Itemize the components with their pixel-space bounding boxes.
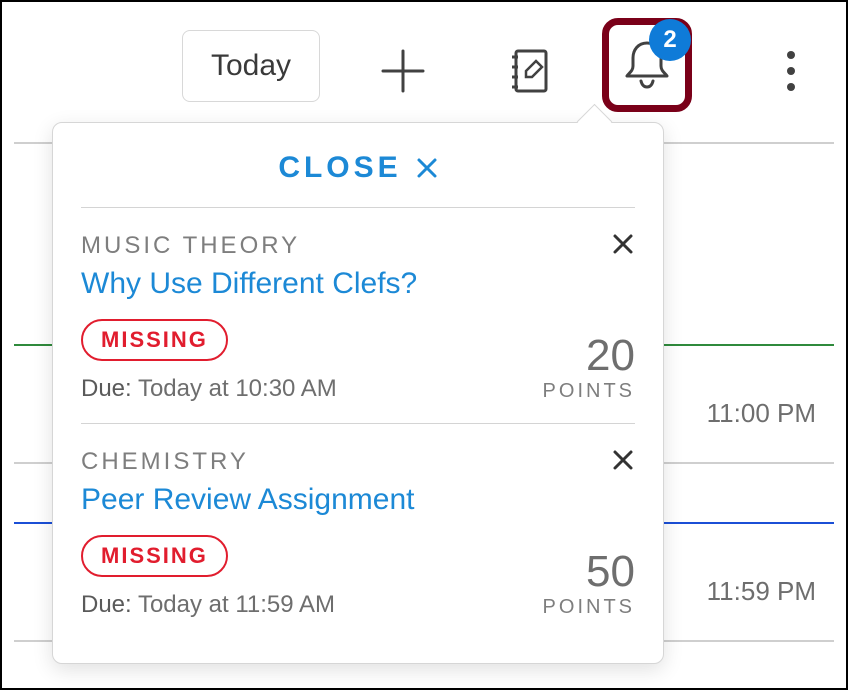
- points-value: 20: [543, 334, 635, 378]
- due-text: Due: Today at 11:59 AM: [81, 591, 335, 619]
- points-label: POINTS: [543, 380, 635, 403]
- plus-icon: [380, 48, 426, 94]
- close-button[interactable]: CLOSE: [81, 151, 635, 208]
- notes-button[interactable]: [498, 40, 560, 102]
- notebook-icon: [508, 47, 550, 95]
- points-label: POINTS: [543, 596, 635, 619]
- row-time-2: 11:59 PM: [707, 576, 816, 607]
- points-value: 50: [543, 550, 635, 594]
- close-icon: [611, 448, 635, 472]
- due-text: Due: Today at 10:30 AM: [81, 375, 337, 403]
- opportunity-item: MUSIC THEORY Why Use Different Clefs? MI…: [81, 208, 635, 423]
- assignment-link[interactable]: Why Use Different Clefs?: [81, 267, 635, 301]
- opportunity-item: CHEMISTRY Peer Review Assignment MISSING…: [81, 423, 635, 639]
- opportunities-popover: CLOSE MUSIC THEORY Why Use Different Cle…: [52, 122, 664, 664]
- row-time-1: 11:00 PM: [707, 398, 816, 429]
- opportunities-button[interactable]: 2: [602, 18, 692, 112]
- dismiss-button[interactable]: [611, 448, 635, 477]
- overflow-menu-button[interactable]: [760, 40, 822, 102]
- assignment-link[interactable]: Peer Review Assignment: [81, 483, 635, 517]
- close-label: CLOSE: [278, 151, 401, 185]
- status-badge: MISSING: [81, 319, 228, 361]
- app-frame: 11:00 PM 11:59 PM Today 2 CLOSE: [0, 0, 848, 690]
- close-icon: [416, 157, 438, 179]
- today-button[interactable]: Today: [182, 30, 320, 102]
- close-icon: [611, 232, 635, 256]
- add-button[interactable]: [372, 40, 434, 102]
- kebab-icon: [785, 47, 797, 95]
- course-label: MUSIC THEORY: [81, 232, 300, 260]
- notification-badge: 2: [649, 19, 691, 61]
- dismiss-button[interactable]: [611, 232, 635, 261]
- status-badge: MISSING: [81, 535, 228, 577]
- course-label: CHEMISTRY: [81, 448, 249, 476]
